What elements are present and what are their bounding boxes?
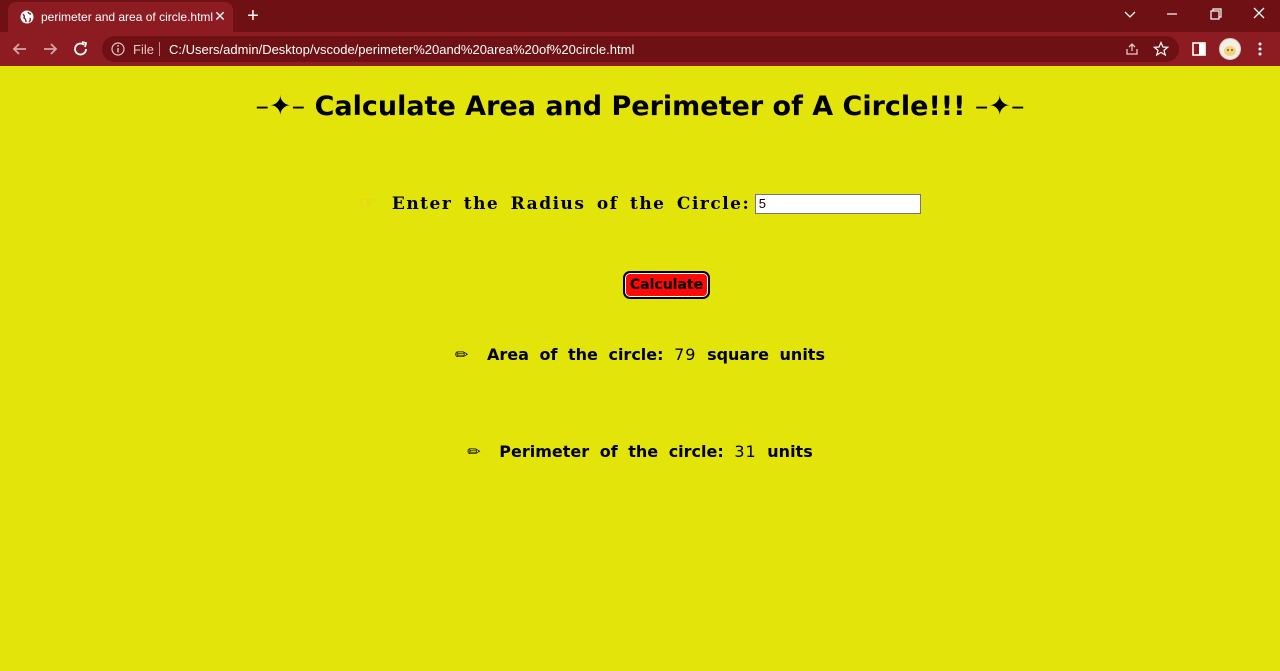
area-value: 79 <box>674 345 697 364</box>
restore-icon[interactable] <box>1203 4 1227 24</box>
profile-face-icon <box>1224 46 1236 56</box>
minimize-icon[interactable] <box>1160 4 1184 24</box>
title-ornament-left: –✦– <box>255 91 306 122</box>
perimeter-label: Perimeter of the circle: <box>499 442 724 461</box>
side-panel-icon[interactable] <box>1190 40 1208 58</box>
radius-input[interactable] <box>754 193 921 214</box>
forward-arrow-icon[interactable] <box>40 40 60 58</box>
tab-close-icon[interactable]: ✕ <box>212 8 228 24</box>
globe-icon <box>20 10 34 24</box>
share-icon[interactable] <box>1124 41 1140 57</box>
tab-search-icon[interactable] <box>1118 4 1142 24</box>
info-icon[interactable] <box>111 42 125 56</box>
menu-kebab-icon[interactable] <box>1251 40 1269 58</box>
pointing-hand-icon: ☞ <box>359 193 376 213</box>
area-label: Area of the circle: <box>486 345 664 364</box>
perimeter-result: ✏ Perimeter of the circle: 31 units <box>0 442 1280 461</box>
address-bar[interactable]: File C:/Users/admin/Desktop/vscode/perim… <box>102 36 1179 62</box>
page-title: –✦– Calculate Area and Perimeter of A Ci… <box>0 91 1280 122</box>
area-result: ✏ Area of the circle: 79 square units <box>0 345 1280 364</box>
page-content: –✦– Calculate Area and Perimeter of A Ci… <box>0 66 1280 671</box>
radius-label: Enter the Radius of the Circle: <box>391 193 751 214</box>
back-arrow-icon[interactable] <box>10 40 30 58</box>
url-text[interactable]: C:/Users/admin/Desktop/vscode/perimeter%… <box>169 42 634 57</box>
address-separator <box>159 42 160 56</box>
bookmark-star-icon[interactable] <box>1153 41 1169 57</box>
new-tab-icon[interactable]: + <box>243 6 263 26</box>
tab-title: perimeter and area of circle.html <box>41 10 214 24</box>
reload-icon[interactable] <box>71 40 91 58</box>
calculate-button[interactable]: Calculate <box>623 271 710 299</box>
file-scheme-label: File <box>133 42 154 57</box>
close-window-icon[interactable] <box>1247 4 1271 24</box>
pencil-icon: ✏ <box>455 345 469 364</box>
browser-toolbar: File C:/Users/admin/Desktop/vscode/perim… <box>0 32 1280 66</box>
title-text: Calculate Area and Perimeter of A Circle… <box>314 91 966 122</box>
area-unit: square units <box>707 345 825 364</box>
title-ornament-right: –✦– <box>974 91 1025 122</box>
pencil-icon: ✏ <box>467 442 481 461</box>
profile-avatar[interactable] <box>1219 38 1241 60</box>
browser-tab[interactable]: perimeter and area of circle.html ✕ <box>8 2 233 32</box>
browser-tab-bar: perimeter and area of circle.html ✕ + <box>0 0 1280 32</box>
perimeter-unit: units <box>767 442 813 461</box>
radius-input-row: ☞ Enter the Radius of the Circle: <box>0 193 1280 214</box>
perimeter-value: 31 <box>734 442 757 461</box>
